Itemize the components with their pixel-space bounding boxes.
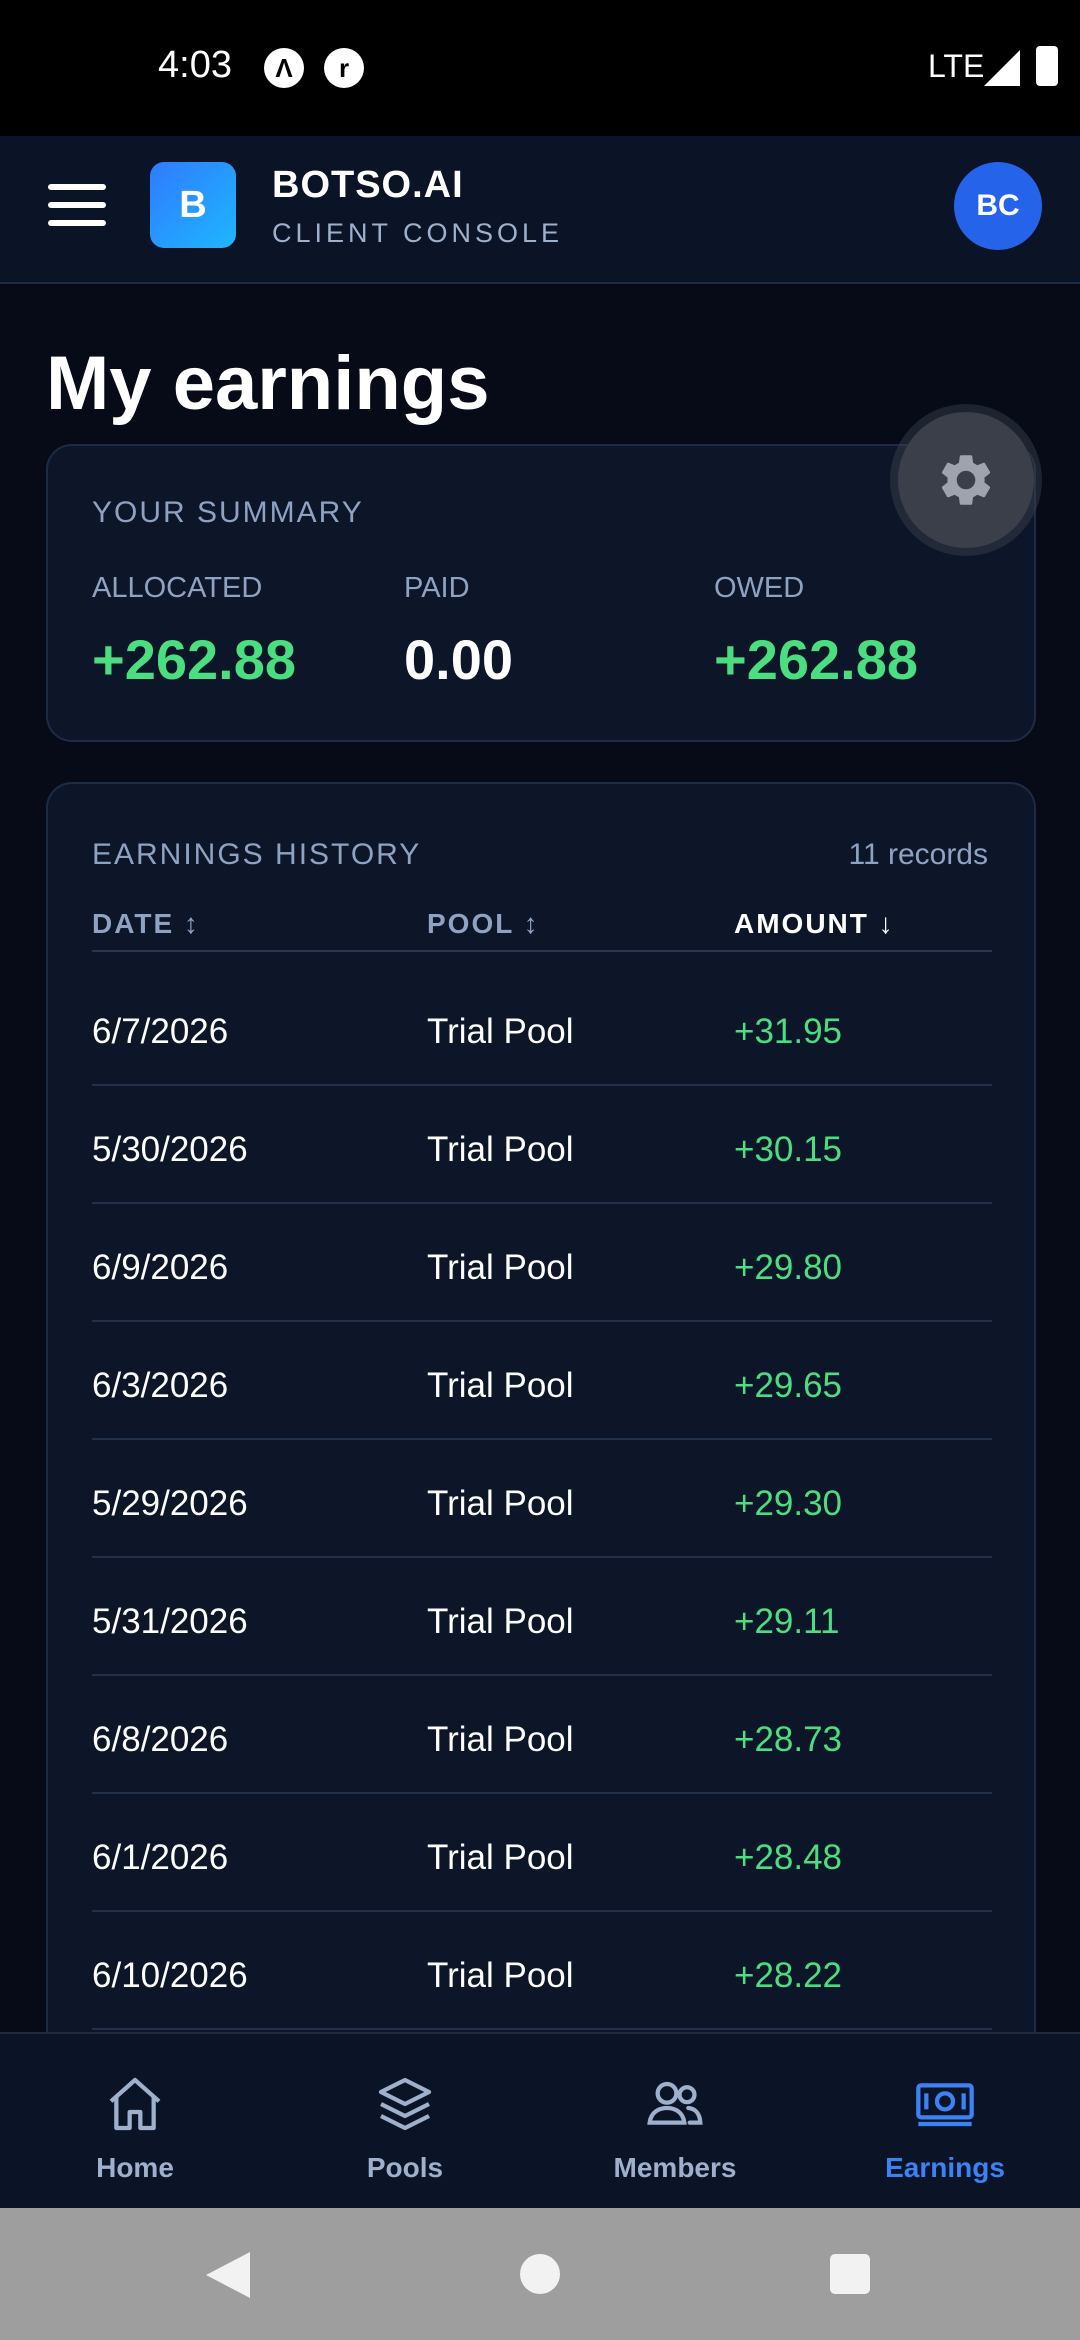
row-amount: +28.22	[734, 1956, 843, 1995]
summary-label: YOUR SUMMARY	[92, 496, 364, 529]
row-amount: +31.95	[734, 1012, 843, 1051]
row-amount: +29.30	[734, 1484, 843, 1523]
recents-button[interactable]	[830, 2254, 870, 2294]
sort-date-header[interactable]: DATE ↕	[92, 908, 200, 940]
allocated-label: ALLOCATED	[92, 572, 263, 604]
sort-amount-header[interactable]: AMOUNT ↓	[734, 908, 895, 940]
menu-icon[interactable]	[48, 184, 106, 230]
row-date: 6/8/2026	[92, 1720, 229, 1759]
row-date: 6/3/2026	[92, 1366, 229, 1405]
table-row[interactable]: 6/10/2026 Trial Pool +28.22	[92, 1912, 992, 2030]
status-time: 4:03	[158, 44, 232, 86]
avatar[interactable]: BC	[954, 162, 1042, 250]
settings-button[interactable]	[898, 412, 1034, 548]
paid-label: PAID	[404, 572, 470, 604]
row-pool: Trial Pool	[427, 1366, 574, 1405]
earnings-history-card: EARNINGS HISTORY 11 records DATE ↕ POOL …	[46, 782, 1036, 2082]
bottom-nav: Home Pools Members Earnings	[0, 2032, 1080, 2208]
row-amount: +29.80	[734, 1248, 843, 1287]
row-amount: +28.48	[734, 1838, 843, 1877]
row-pool: Trial Pool	[427, 1838, 574, 1877]
row-pool: Trial Pool	[427, 1130, 574, 1169]
app-header: B BOTSO.AI CLIENT CONSOLE BC	[0, 136, 1080, 284]
row-amount: +28.73	[734, 1720, 843, 1759]
record-count: 11 records	[848, 838, 988, 871]
allocated-stat: ALLOCATED +262.88	[92, 572, 296, 692]
row-pool: Trial Pool	[427, 1484, 574, 1523]
table-row[interactable]: 6/9/2026 Trial Pool +29.80	[92, 1204, 992, 1322]
users-icon	[647, 2081, 703, 2125]
table-row[interactable]: 5/29/2026 Trial Pool +29.30	[92, 1440, 992, 1558]
row-pool: Trial Pool	[427, 1602, 574, 1641]
paid-stat: PAID 0.00	[404, 572, 513, 692]
row-date: 6/10/2026	[92, 1956, 248, 1995]
gear-icon	[941, 455, 991, 505]
table-row[interactable]: 6/3/2026 Trial Pool +29.65	[92, 1322, 992, 1440]
row-date: 6/7/2026	[92, 1012, 229, 1051]
row-pool: Trial Pool	[427, 1248, 574, 1287]
nav-earnings[interactable]: Earnings	[810, 2034, 1080, 2210]
nav-home-label: Home	[96, 2152, 174, 2183]
app-notification-icon: Λ	[264, 48, 304, 88]
app-notification-icon-2: r	[324, 48, 364, 88]
table-header: DATE ↕ POOL ↕ AMOUNT ↓	[92, 908, 992, 952]
nav-pools[interactable]: Pools	[270, 2034, 540, 2210]
row-date: 5/30/2026	[92, 1130, 248, 1169]
table-body: 6/7/2026 Trial Pool +31.95 5/30/2026 Tri…	[92, 968, 992, 2030]
row-date: 5/29/2026	[92, 1484, 248, 1523]
app-logo: B	[150, 162, 236, 248]
row-date: 6/1/2026	[92, 1838, 229, 1877]
row-amount: +29.65	[734, 1366, 843, 1405]
page-title: My earnings	[46, 341, 490, 426]
app-name: BOTSO.AI	[272, 164, 464, 206]
home-icon	[109, 2077, 161, 2131]
owed-label: OWED	[714, 572, 805, 604]
table-row[interactable]: 5/30/2026 Trial Pool +30.15	[92, 1086, 992, 1204]
row-pool: Trial Pool	[427, 1956, 574, 1995]
cash-icon	[916, 2083, 974, 2127]
owed-stat: OWED +262.88	[714, 572, 918, 692]
network-type: LTE	[928, 48, 985, 84]
table-row[interactable]: 6/7/2026 Trial Pool +31.95	[92, 968, 992, 1086]
app-subtitle: CLIENT CONSOLE	[272, 218, 564, 248]
summary-card: YOUR SUMMARY ALLOCATED +262.88 PAID 0.00…	[46, 444, 1036, 742]
row-date: 5/31/2026	[92, 1602, 248, 1641]
signal-icon	[984, 50, 1020, 86]
system-nav-bar	[0, 2208, 1080, 2340]
table-row[interactable]: 6/8/2026 Trial Pool +28.73	[92, 1676, 992, 1794]
history-label: EARNINGS HISTORY	[92, 838, 422, 871]
nav-home[interactable]: Home	[0, 2034, 270, 2210]
allocated-value: +262.88	[92, 628, 296, 691]
layers-icon	[378, 2077, 432, 2131]
status-bar: 4:03 Λ r LTE	[0, 0, 1080, 136]
home-button[interactable]	[520, 2254, 560, 2294]
back-icon[interactable]	[206, 2252, 250, 2298]
row-amount: +30.15	[734, 1130, 843, 1169]
battery-icon	[1036, 46, 1058, 86]
sort-pool-header[interactable]: POOL ↕	[427, 908, 540, 940]
row-pool: Trial Pool	[427, 1012, 574, 1051]
nav-pools-label: Pools	[366, 2152, 444, 2183]
nav-members-label: Members	[613, 2152, 737, 2183]
row-amount: +29.11	[734, 1602, 840, 1641]
table-row[interactable]: 5/31/2026 Trial Pool +29.11	[92, 1558, 992, 1676]
table-row[interactable]: 6/1/2026 Trial Pool +28.48	[92, 1794, 992, 1912]
nav-members[interactable]: Members	[540, 2034, 810, 2210]
paid-value: 0.00	[404, 628, 513, 691]
nav-earnings-label: Earnings	[885, 2152, 1005, 2183]
row-pool: Trial Pool	[427, 1720, 574, 1759]
owed-value: +262.88	[714, 628, 918, 691]
row-date: 6/9/2026	[92, 1248, 229, 1287]
